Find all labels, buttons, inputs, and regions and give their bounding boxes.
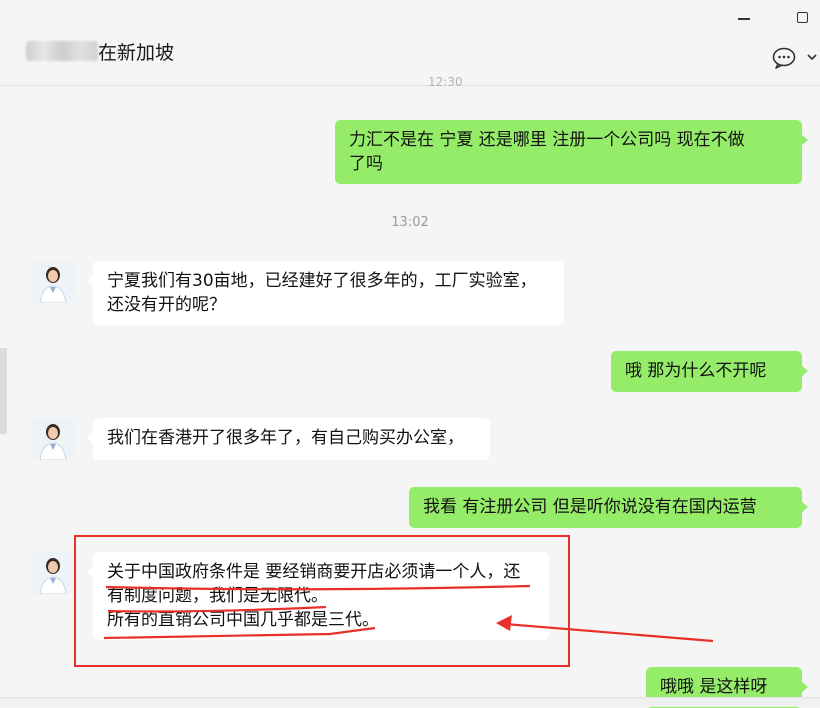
message-line: 我看 有注册公司 但是听你说没有在国内运营: [423, 497, 757, 517]
message-received[interactable]: 我们在香港开了很多年了，有自己购买办公室，: [87, 418, 490, 460]
person-avatar-icon: [32, 552, 74, 594]
message-line: 还没有开的呢？: [107, 295, 226, 315]
message-sent[interactable]: 我看 有注册公司 但是听你说没有在国内运营: [409, 487, 808, 528]
message-line: 了吗: [349, 154, 383, 174]
chat-bubble-icon[interactable]: [772, 47, 796, 69]
avatar[interactable]: [32, 418, 74, 460]
message-timestamp: 13:02: [391, 215, 429, 230]
blurred-contact-name: [26, 41, 98, 61]
message-received[interactable]: 宁夏我们有30亩地，已经建好了很多年的，工厂实验室， 还没有开的呢？: [87, 261, 564, 325]
message-line: 哦 那为什么不开呢: [625, 361, 767, 381]
timestamp-partial: 12:30: [428, 75, 463, 89]
avatar[interactable]: [32, 552, 74, 594]
message-line: 哦哦 是这样呀: [660, 677, 768, 697]
message-line: 力汇不是在 宁夏 还是哪里 注册一个公司吗 现在不做: [349, 130, 745, 150]
annotation-highlight-box: [74, 535, 570, 667]
scrollbar[interactable]: [0, 348, 7, 434]
avatar[interactable]: [32, 261, 74, 303]
minimize-icon[interactable]: [738, 18, 750, 20]
chat-title[interactable]: 在新加坡: [26, 38, 174, 64]
maximize-icon[interactable]: [797, 12, 808, 23]
message-sent[interactable]: 哦 那为什么不开呢: [611, 351, 808, 392]
chat-header: 在新加坡 12:30: [0, 0, 820, 89]
message-line: 我们在香港开了很多年了，有自己购买办公室，: [107, 428, 464, 448]
chevron-down-icon[interactable]: [806, 52, 818, 62]
person-avatar-icon: [32, 418, 74, 460]
person-avatar-icon: [32, 261, 74, 303]
chat-title-text: 在新加坡: [98, 41, 175, 64]
message-line: 宁夏我们有30亩地，已经建好了很多年的，工厂实验室，: [107, 271, 537, 291]
message-sent[interactable]: 力汇不是在 宁夏 还是哪里 注册一个公司吗 现在不做 了吗: [335, 120, 808, 184]
